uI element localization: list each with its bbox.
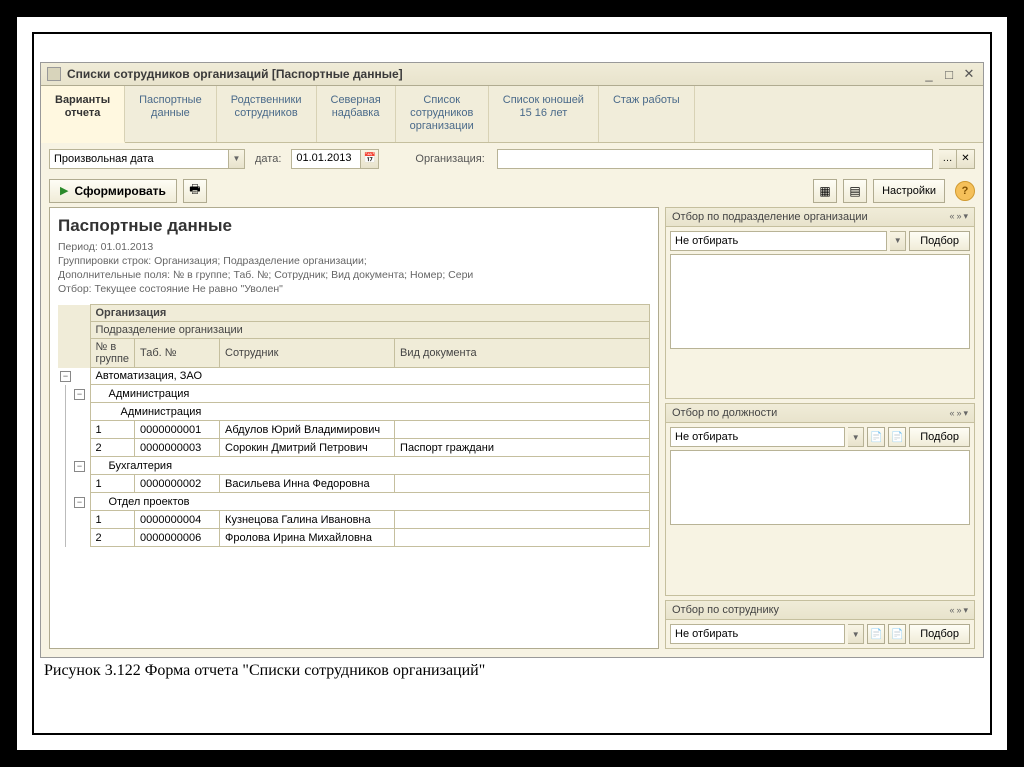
filter-employee: Отбор по сотруднику «»▾ Не отбирать ▼ 📄 …	[665, 600, 975, 649]
app-window: Списки сотрудников организаций [Паспортн…	[40, 62, 984, 658]
help-button[interactable]: ?	[955, 181, 975, 201]
row-dept2[interactable]: Бухгалтерия	[90, 457, 650, 475]
meta-groups: Группировки строк: Организация; Подразде…	[58, 254, 650, 268]
org-input[interactable]	[497, 149, 933, 169]
hdr-org: Организация	[90, 305, 650, 322]
filter-position-list[interactable]	[670, 450, 970, 525]
hdr-dept: Подразделение организации	[90, 322, 650, 339]
tab-seniority[interactable]: Стаж работы	[599, 86, 695, 142]
chevron-right-icon[interactable]: »	[956, 605, 961, 616]
table-row[interactable]: 10000000004Кузнецова Галина Ивановна	[58, 511, 650, 529]
dropdown-icon[interactable]: ▼	[848, 427, 864, 447]
col-num: № в группе	[90, 339, 135, 368]
titlebar: Списки сотрудников организаций [Паспортн…	[41, 63, 983, 86]
filter-position-mode[interactable]: Не отбирать	[670, 427, 845, 447]
tree-toggle-d3[interactable]: −	[74, 497, 85, 508]
generate-button[interactable]: ▶ Сформировать	[49, 179, 177, 203]
chevron-right-icon[interactable]: »	[956, 211, 961, 222]
chevron-left-icon[interactable]: «	[949, 408, 954, 419]
restore-button[interactable]: □	[941, 67, 957, 81]
filter-dept-title: Отбор по подразделение организации	[672, 211, 949, 223]
tab-relatives[interactable]: Родственники сотрудников	[217, 86, 317, 142]
row-org[interactable]: Автоматизация, ЗАО	[90, 368, 650, 385]
filter-dept-list[interactable]	[670, 254, 970, 349]
chevron-left-icon[interactable]: «	[949, 211, 954, 222]
org-select-button[interactable]: …	[939, 149, 957, 169]
podbor-button[interactable]: Подбор	[909, 624, 970, 644]
period-mode-select[interactable]: Произвольная дата	[49, 149, 229, 169]
podbor-button[interactable]: Подбор	[909, 427, 970, 447]
tab-emp-list[interactable]: Список сотрудников организации	[396, 86, 489, 142]
tab-northern[interactable]: Северная надбавка	[317, 86, 396, 142]
play-icon: ▶	[60, 184, 68, 197]
close-button[interactable]: ✕	[961, 67, 977, 81]
action-row: ▶ Сформировать 🖶 ▦ ▤ Настройки ?	[41, 175, 983, 207]
minimize-button[interactable]: _	[921, 67, 937, 81]
tab-youth[interactable]: Список юношей 15 16 лет	[489, 86, 599, 142]
dropdown-icon[interactable]: ▼	[848, 624, 864, 644]
remove-icon[interactable]: 📄	[888, 427, 906, 447]
report-meta: Период: 01.01.2013 Группировки строк: Ор…	[58, 240, 650, 297]
podbor-button[interactable]: Подбор	[909, 231, 970, 251]
filters-panel: Отбор по подразделение организации «»▾ Н…	[665, 207, 975, 649]
tab-passport[interactable]: Паспортные данные	[125, 86, 217, 142]
report-table: Организация Подразделение организации № …	[58, 304, 650, 547]
app-icon	[47, 67, 61, 81]
report-title: Паспортные данные	[58, 216, 650, 236]
figure-caption: Рисунок 3.122 Форма отчета "Списки сотру…	[34, 658, 990, 684]
org-label: Организация:	[415, 153, 484, 165]
table-row[interactable]: 10000000002Васильева Инна Федоровна	[58, 475, 650, 493]
layout-icon-1[interactable]: ▦	[813, 179, 837, 203]
tree-toggle-org[interactable]: −	[60, 371, 71, 382]
meta-period: Период: 01.01.2013	[58, 240, 650, 254]
filter-employee-title: Отбор по сотруднику	[672, 604, 949, 616]
org-clear-button[interactable]: ✕	[957, 149, 975, 169]
meta-fields: Дополнительные поля: № в группе; Таб. №;…	[58, 268, 650, 282]
tabs-bar: Варианты отчета Паспортные данные Родств…	[41, 86, 983, 143]
col-tab: Таб. №	[135, 339, 220, 368]
col-doc: Вид документа	[395, 339, 650, 368]
chevron-down-icon[interactable]: ▾	[963, 408, 968, 419]
table-row[interactable]: 10000000001Абдулов Юрий Владимирович	[58, 421, 650, 439]
chevron-left-icon[interactable]: «	[949, 605, 954, 616]
add-icon[interactable]: 📄	[867, 624, 885, 644]
date-input[interactable]: 01.01.2013	[291, 149, 361, 169]
period-mode-dropdown-icon[interactable]: ▼	[229, 149, 245, 169]
table-row[interactable]: 20000000006Фролова Ирина Михайловна	[58, 529, 650, 547]
window-title: Списки сотрудников организаций [Паспортн…	[67, 67, 921, 81]
filter-employee-mode[interactable]: Не отбирать	[670, 624, 845, 644]
tree-toggle-d1[interactable]: −	[74, 389, 85, 400]
tab-variants[interactable]: Варианты отчета	[41, 86, 125, 143]
print-button[interactable]: 🖶	[183, 179, 207, 203]
row-dept1-sub[interactable]: Администрация	[90, 403, 650, 421]
calendar-icon[interactable]: 📅	[361, 149, 379, 169]
chevron-down-icon[interactable]: ▾	[963, 211, 968, 222]
tree-toggle-d2[interactable]: −	[74, 461, 85, 472]
chevron-down-icon[interactable]: ▾	[963, 605, 968, 616]
date-label: дата:	[255, 153, 281, 165]
meta-filter: Отбор: Текущее состояние Не равно "Уволе…	[58, 282, 650, 296]
remove-icon[interactable]: 📄	[888, 624, 906, 644]
settings-button[interactable]: Настройки	[873, 179, 945, 203]
filter-position-title: Отбор по должности	[672, 407, 949, 419]
filter-dept: Отбор по подразделение организации «»▾ Н…	[665, 207, 975, 400]
filter-position: Отбор по должности «»▾ Не отбирать ▼ 📄 📄…	[665, 403, 975, 596]
dropdown-icon[interactable]: ▼	[890, 231, 906, 251]
params-row: Произвольная дата ▼ дата: 01.01.2013 📅 О…	[41, 143, 983, 175]
row-dept3[interactable]: Отдел проектов	[90, 493, 650, 511]
row-dept1[interactable]: Администрация	[90, 385, 650, 403]
table-row[interactable]: 20000000003Сорокин Дмитрий ПетровичПаспо…	[58, 439, 650, 457]
add-icon[interactable]: 📄	[867, 427, 885, 447]
generate-label: Сформировать	[74, 184, 165, 198]
chevron-right-icon[interactable]: »	[956, 408, 961, 419]
filter-dept-mode[interactable]: Не отбирать	[670, 231, 887, 251]
report-panel: Паспортные данные Период: 01.01.2013 Гру…	[49, 207, 659, 649]
layout-icon-2[interactable]: ▤	[843, 179, 867, 203]
col-emp: Сотрудник	[220, 339, 395, 368]
